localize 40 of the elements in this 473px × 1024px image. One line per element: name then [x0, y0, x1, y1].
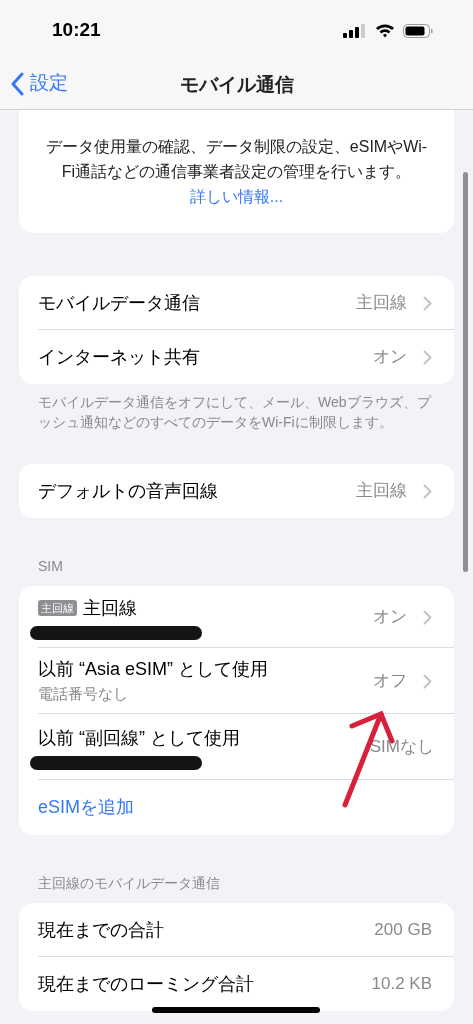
row-value: オン	[373, 346, 407, 369]
list-row[interactable]: インターネット共有 オン	[19, 330, 454, 384]
wifi-icon	[375, 23, 395, 39]
section-header: 主回線のモバイルデータ通信	[37, 874, 221, 893]
back-button[interactable]: 設定	[10, 69, 68, 98]
list-row[interactable]: 現在までのローミング合計 10.2 KB	[19, 957, 454, 1011]
chevron-left-icon	[10, 71, 24, 96]
battery-icon	[403, 23, 433, 38]
row-label: モバイルデータ通信	[38, 291, 201, 315]
row-value: SIMなし	[369, 736, 434, 759]
row-label: 以前 “副回線” として使用	[38, 726, 240, 750]
list-row[interactable]: デフォルトの音声回線 主回線	[19, 464, 454, 518]
signal-icon	[343, 23, 367, 38]
list-row[interactable]: 現在までの合計 200 GB	[19, 903, 454, 957]
list-row[interactable]: 以前 “Asia eSIM” として使用 電話番号なし オフ	[19, 648, 454, 714]
section-footer: モバイルデータ通信をオフにして、メール、Webブラウズ、プッシュ通知などのすべてのデータをWi-Fiに制限します。	[0, 384, 473, 432]
row-label: 主回線	[83, 596, 137, 620]
row-value: オン	[373, 606, 407, 629]
list-row[interactable]: eSIMを追加	[19, 780, 454, 835]
row-value: 主回線	[356, 292, 407, 315]
row-label: デフォルトの音声回線	[38, 479, 219, 503]
row-label: 以前 “Asia eSIM” として使用	[38, 658, 269, 682]
screen-title: モバイル通信	[179, 72, 294, 97]
row-value: オフ	[373, 670, 407, 693]
row-label: 現在までのローミング合計	[38, 972, 255, 996]
description-text: データ使用量の確認、データ制限の設定、eSIMやWi-Fi通話などの通信事業者設定の管理を行います。 詳しい情報...	[44, 137, 429, 207]
section-header: SIM	[37, 557, 64, 576]
status-time: 10:21	[52, 18, 101, 43]
list-row[interactable]: 以前 “副回線” として使用 SIMなし	[19, 714, 454, 780]
row-label: 現在までの合計	[38, 918, 165, 942]
more-info-link[interactable]: 詳しい情報...	[189, 188, 284, 205]
row-value: 200 GB	[374, 919, 432, 942]
row-label: インターネット共有	[38, 345, 201, 369]
sim-badge: 主回線	[38, 600, 77, 616]
row-value: 10.2 KB	[371, 973, 432, 996]
list-row[interactable]: 主回線 主回線 オン	[19, 586, 454, 648]
row-subtitle: 電話番号なし	[38, 684, 129, 705]
list-row[interactable]: モバイルデータ通信 主回線	[19, 276, 454, 330]
row-value: 主回線	[356, 480, 407, 503]
row-label: eSIMを追加	[38, 796, 134, 819]
